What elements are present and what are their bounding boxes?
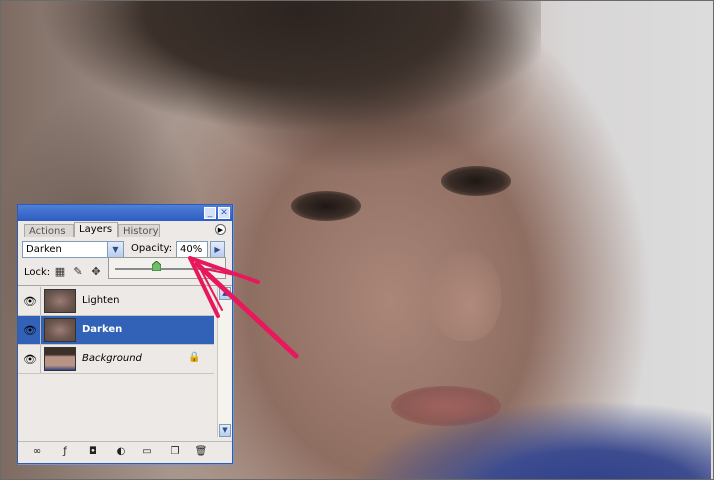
eye-icon: 👁 (23, 353, 37, 366)
layer-name: Background (82, 353, 142, 364)
layers-list: 👁 Lighten 👁 Darken 👁 Background 🔒 (18, 287, 214, 437)
blend-mode-select[interactable]: Darken ▼ (22, 241, 124, 258)
adjustment-layer-icon[interactable]: ◐ (114, 445, 128, 459)
photo-right-eye (441, 166, 511, 196)
tab-actions[interactable]: Actions (24, 224, 74, 237)
tab-layers[interactable]: Layers (74, 222, 118, 237)
layer-name: Lighten (82, 295, 120, 306)
chevron-down-icon[interactable]: ▼ (107, 242, 123, 257)
opacity-slider-toggle-icon[interactable]: ▶ (210, 241, 225, 258)
scroll-up-icon[interactable]: ▲ (219, 287, 231, 300)
opacity-label: Opacity: (131, 243, 173, 254)
palette-tabs: Actions Layers History ▶ (20, 222, 228, 237)
opacity-slider-thumb[interactable] (152, 261, 162, 271)
visibility-toggle[interactable]: 👁 (18, 316, 41, 344)
layer-style-icon[interactable]: ƒ (58, 445, 72, 459)
trash-icon[interactable]: 🗑 (194, 445, 208, 459)
layer-row-background[interactable]: 👁 Background 🔒 (18, 345, 214, 374)
opacity-slider-track[interactable] (115, 268, 219, 270)
lock-transparency-icon[interactable]: ▦ (54, 266, 66, 278)
layer-name: Darken (82, 324, 123, 335)
blend-mode-value: Darken (26, 244, 62, 255)
new-layer-icon[interactable]: ❐ (168, 445, 182, 459)
minimize-icon[interactable]: _ (204, 207, 216, 219)
opacity-input[interactable]: 40% (176, 241, 208, 258)
visibility-toggle[interactable]: 👁 (18, 287, 41, 315)
lock-paint-icon[interactable]: ✎ (72, 266, 84, 278)
opacity-slider-popup (108, 257, 226, 279)
new-group-icon[interactable]: ▭ (140, 445, 154, 459)
layer-thumbnail (44, 347, 76, 371)
scroll-down-icon[interactable]: ▼ (219, 424, 231, 437)
lock-label: Lock: (24, 267, 51, 278)
link-layers-icon[interactable]: ∞ (30, 445, 44, 459)
layer-row-lighten[interactable]: 👁 Lighten (18, 287, 214, 316)
visibility-toggle[interactable]: 👁 (18, 345, 41, 373)
layers-scrollbar[interactable]: ▲ ▼ (217, 287, 232, 437)
layer-row-darken[interactable]: 👁 Darken (18, 316, 214, 345)
eye-icon: 👁 (23, 324, 37, 337)
photo-shirt (331, 381, 711, 479)
tab-history[interactable]: History (118, 224, 160, 237)
layer-mask-icon[interactable]: ◘ (86, 445, 100, 459)
photo-left-eye (291, 191, 361, 221)
layers-palette: _ ✕ Actions Layers History ▶ Darken ▼ Op… (17, 204, 233, 464)
close-icon[interactable]: ✕ (218, 207, 230, 219)
palette-footer: ∞ ƒ ◘ ◐ ▭ ❐ 🗑 (18, 441, 232, 462)
photo-nose (431, 251, 501, 341)
eye-icon: 👁 (23, 295, 37, 308)
palette-titlebar[interactable]: _ ✕ (18, 205, 232, 221)
lock-move-icon[interactable]: ✥ (90, 266, 102, 278)
layer-thumbnail (44, 318, 76, 342)
palette-menu-icon[interactable]: ▶ (215, 224, 226, 235)
palette-divider (18, 285, 232, 286)
lock-icon: 🔒 (188, 352, 201, 363)
layer-thumbnail (44, 289, 76, 313)
photo-hair-region (21, 1, 541, 151)
